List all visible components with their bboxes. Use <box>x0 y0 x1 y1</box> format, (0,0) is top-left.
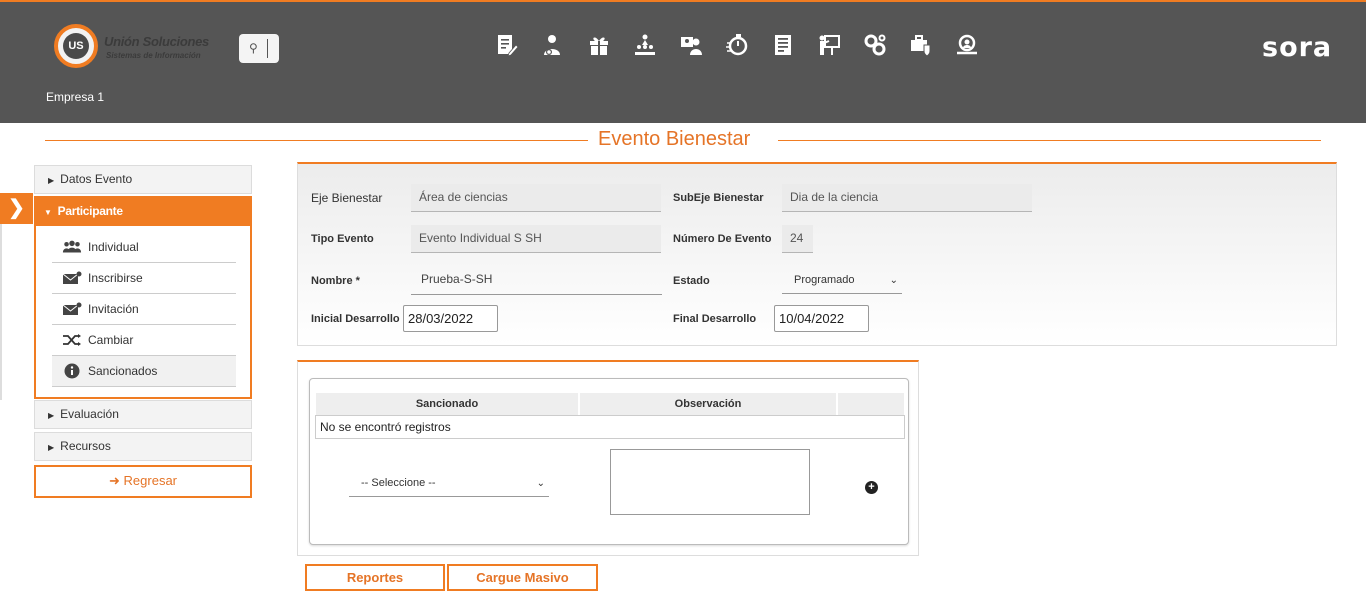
sidebar-section-participante: ▼ Participante Individual Inscribirse Inv… <box>34 196 252 399</box>
sign-in-icon: ➜ <box>109 473 120 488</box>
hierarchy-icon[interactable] <box>632 32 658 58</box>
chevron-down-icon: ⌄ <box>536 478 545 489</box>
subeje-label: SubEje Bienestar <box>673 192 764 204</box>
final-desarrollo-date[interactable]: 10/04/2022 <box>774 305 869 332</box>
grid-header: Sancionado Observación <box>316 393 904 415</box>
sancionados-panel: Sancionado Observación No se encontró re… <box>297 360 919 556</box>
back-button[interactable]: ➜ Regresar <box>34 465 252 498</box>
observacion-textarea[interactable] <box>610 449 810 515</box>
submenu-item-invitacion[interactable]: Invitación <box>52 294 236 325</box>
top-header: US Unión Soluciones Sistemas de Informac… <box>0 0 1366 123</box>
tipo-evento-label: Tipo Evento <box>311 233 374 245</box>
envelope-icon <box>62 271 82 285</box>
nombre-label: Nombre * <box>311 275 360 287</box>
submenu-item-sancionados[interactable]: Sancionados <box>52 356 236 387</box>
logo-badge: US <box>54 24 98 68</box>
title-divider-left <box>45 140 588 141</box>
user-search-icon[interactable] <box>954 32 980 58</box>
report-list-icon[interactable] <box>770 32 796 58</box>
submenu-item-label: Individual <box>88 240 139 254</box>
sidebar-toggle-button[interactable]: ❯ <box>0 193 33 224</box>
column-header-observacion[interactable]: Observación <box>580 393 836 415</box>
page-title: Evento Bienestar <box>598 128 751 150</box>
submenu-item-label: Sancionados <box>88 364 158 378</box>
estado-label: Estado <box>673 275 710 287</box>
sancionado-select[interactable]: -- Seleccione -- ⌄ <box>349 471 549 497</box>
add-circle-icon[interactable]: + <box>865 481 878 494</box>
sidebar-section-label: Participante <box>57 204 123 218</box>
column-header-actions <box>838 393 904 415</box>
estado-select[interactable]: Programado ⌄ <box>782 268 902 294</box>
sora-brand-logo: sora <box>1262 32 1333 63</box>
sidebar-item-datos-evento[interactable]: ▶ Datos Evento <box>34 165 252 194</box>
logo-initials: US <box>63 33 89 59</box>
numero-evento-field: 24 <box>782 225 813 253</box>
submenu-item-cambiar[interactable]: Cambiar <box>52 325 236 356</box>
event-form-panel: Eje Bienestar Área de ciencias SubEje Bi… <box>297 162 1337 346</box>
document-edit-icon[interactable] <box>494 32 520 58</box>
search-caret <box>267 39 268 58</box>
company-logo[interactable]: US Unión Soluciones Sistemas de Informac… <box>52 24 222 70</box>
people-icon <box>62 240 82 254</box>
sidebar-item-recursos[interactable]: ▶ Recursos <box>34 432 252 461</box>
sidebar-item-label: Recursos <box>60 439 111 453</box>
search-icon: ⚲ <box>249 41 258 55</box>
caret-down-icon: ▼ <box>44 208 52 217</box>
cargue-masivo-button[interactable]: Cargue Masivo <box>447 564 598 591</box>
tipo-evento-field: Evento Individual S SH <box>411 225 661 253</box>
chevron-down-icon: ⌄ <box>889 275 898 286</box>
presentation-icon[interactable] <box>816 32 842 58</box>
sancionado-select-value: -- Seleccione -- <box>361 477 436 489</box>
title-divider-right <box>778 140 1321 141</box>
caret-right-icon: ▶ <box>48 443 55 452</box>
user-card-icon[interactable] <box>678 32 704 58</box>
module-toolbar <box>494 32 1000 60</box>
gift-icon[interactable] <box>586 32 612 58</box>
caret-right-icon: ▶ <box>48 176 55 185</box>
logo-subtitle: Sistemas de Información <box>106 51 201 60</box>
back-button-label: Regresar <box>123 473 177 488</box>
shuffle-icon <box>62 334 82 346</box>
logo-name: Unión Soluciones <box>104 34 209 49</box>
column-header-sancionado[interactable]: Sancionado <box>316 393 578 415</box>
submenu-item-individual[interactable]: Individual <box>52 232 236 263</box>
user-settings-icon[interactable] <box>540 32 566 58</box>
caret-right-icon: ▶ <box>48 411 55 420</box>
envelope-icon <box>62 302 82 316</box>
numero-evento-label: Número De Evento <box>673 233 772 245</box>
estado-select-value: Programado <box>794 274 855 286</box>
participante-submenu: Individual Inscribirse Invitación Cambia… <box>52 232 236 387</box>
briefcase-shield-icon[interactable] <box>908 32 934 58</box>
timer-icon[interactable] <box>724 32 750 58</box>
sancionados-grid: Sancionado Observación No se encontró re… <box>309 378 909 545</box>
search-button[interactable]: ⚲ <box>239 34 279 63</box>
sidebar-edge <box>0 224 2 400</box>
reportes-button[interactable]: Reportes <box>305 564 445 591</box>
sidebar-item-label: Datos Evento <box>60 172 133 186</box>
gears-icon[interactable] <box>862 32 888 58</box>
sidebar-item-label: Evaluación <box>60 407 119 421</box>
empty-message-row: No se encontró registros <box>315 415 905 439</box>
submenu-item-label: Invitación <box>88 302 139 316</box>
eje-field: Área de ciencias <box>411 184 661 212</box>
submenu-item-label: Inscribirse <box>88 271 143 285</box>
inicial-desarrollo-label: Inicial Desarrollo <box>311 313 400 325</box>
submenu-item-inscribirse[interactable]: Inscribirse <box>52 263 236 294</box>
eje-label: Eje Bienestar <box>311 191 383 205</box>
final-desarrollo-label: Final Desarrollo <box>673 313 757 325</box>
submenu-item-label: Cambiar <box>88 333 134 347</box>
info-icon <box>62 363 82 379</box>
inicial-desarrollo-date[interactable]: 28/03/2022 <box>403 305 498 332</box>
sidebar-section-header[interactable]: ▼ Participante <box>36 198 250 226</box>
company-name: Empresa 1 <box>46 90 105 104</box>
nombre-input[interactable]: Prueba-S-SH <box>411 265 662 295</box>
subeje-field: Dia de la ciencia <box>782 184 1032 212</box>
sidebar-item-evaluacion[interactable]: ▶ Evaluación <box>34 400 252 429</box>
